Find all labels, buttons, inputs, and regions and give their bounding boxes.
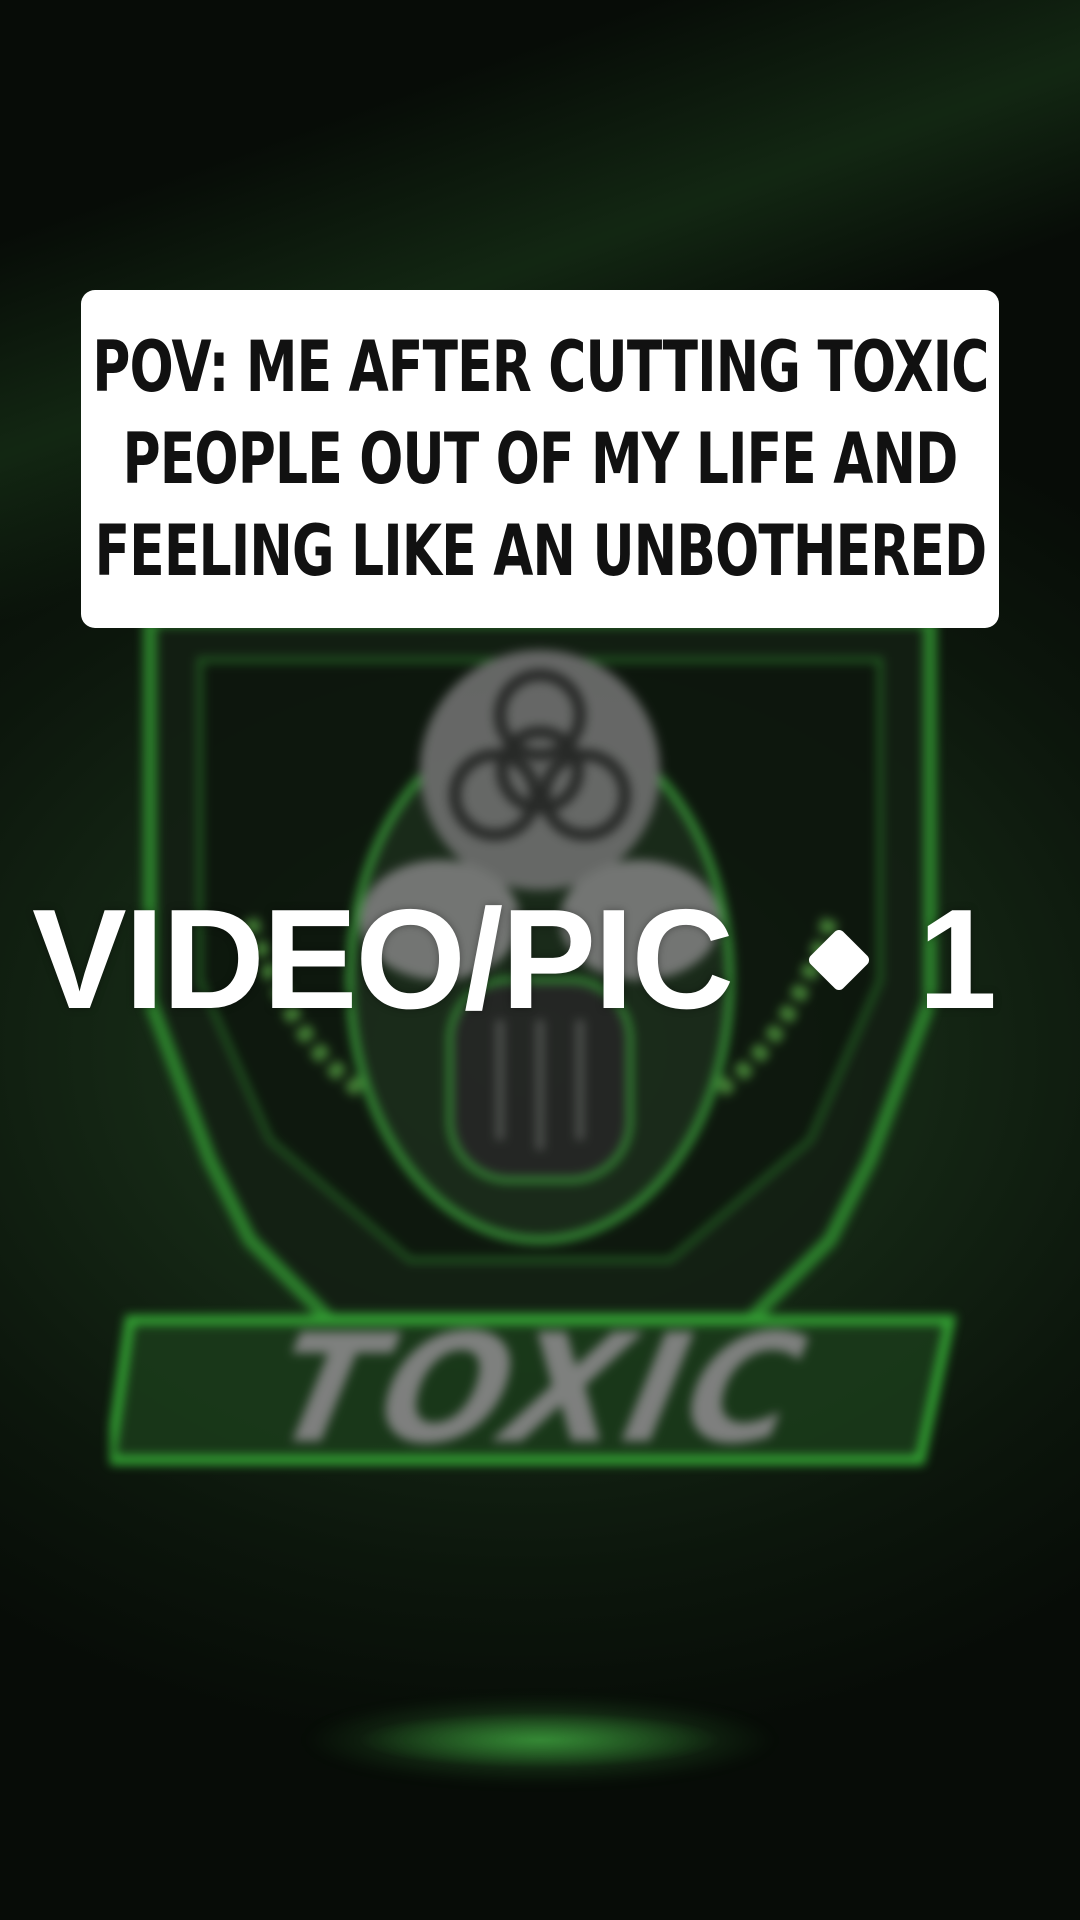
toxic-logo-text: TOXIC [258,1303,822,1477]
caption-box: POV: ME AFTER CUTTING TOXIC PEOPLE OUT O… [81,290,999,628]
media-index: 1 [918,880,997,1039]
caption-line-2: PEOPLE OUT OF MY LIFE AND [122,418,959,500]
toxic-logo-background: TOXIC [110,620,970,1540]
caption-line-1: POV: ME AFTER CUTTING TOXIC [91,326,989,408]
diamond-icon [806,927,872,993]
video-frame: TOXIC POV: ME AFTER CUTTING TOXIC PEOPLE… [0,0,1080,1920]
caption-line-3: FEELING LIKE AN UNBOTHERED [94,510,986,592]
media-counter-overlay: VIDEO/PIC 1 [32,880,997,1040]
biohazard-icon [420,650,660,890]
media-type-label: VIDEO/PIC [32,880,734,1039]
floor-glow [300,1695,780,1785]
